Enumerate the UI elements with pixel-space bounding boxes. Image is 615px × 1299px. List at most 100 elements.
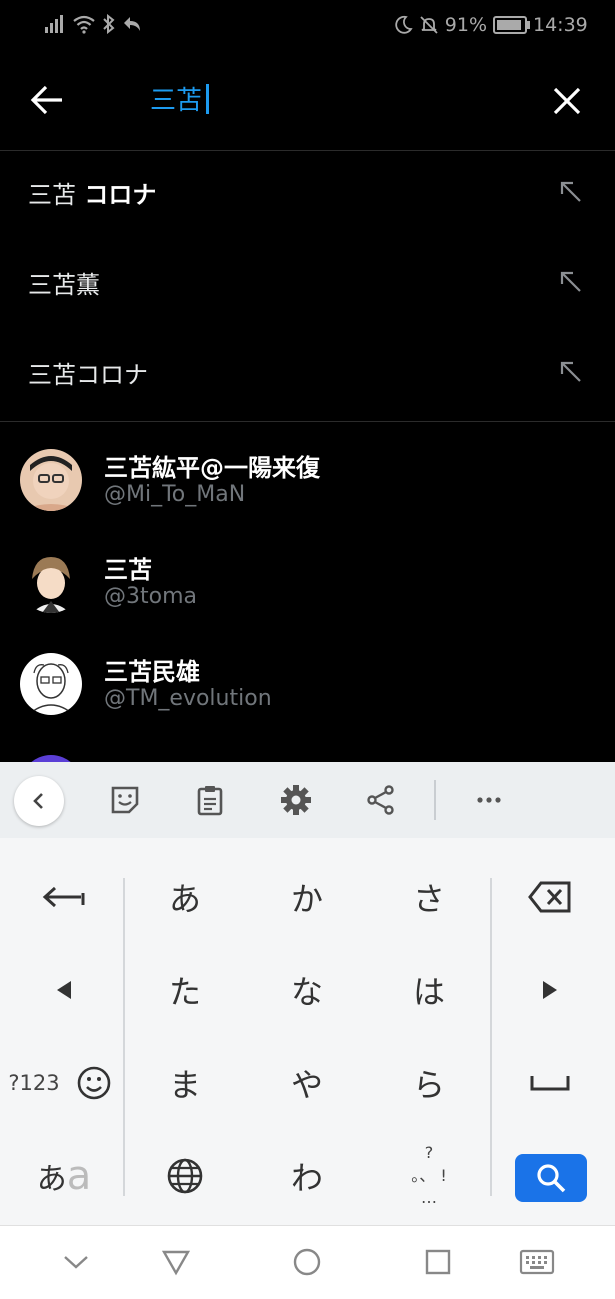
- sticker-button[interactable]: [105, 780, 145, 820]
- clipboard-icon: [197, 786, 223, 816]
- chevron-down-icon: [64, 1256, 88, 1269]
- cursor-left-key[interactable]: [4, 945, 124, 1035]
- kana-key[interactable]: ま: [125, 1038, 245, 1128]
- space-key[interactable]: [490, 1038, 610, 1128]
- emoji-icon: [77, 1066, 111, 1100]
- settings-button[interactable]: [276, 780, 316, 820]
- nav-recents-button[interactable]: [418, 1244, 458, 1280]
- more-button[interactable]: [469, 780, 509, 820]
- nfc-icon: [124, 17, 140, 31]
- suggestion-prefix: 三苫コロナ: [28, 361, 148, 389]
- user-result-row[interactable]: 三苫 @3toma: [0, 524, 615, 626]
- user-result-row[interactable]: 三苫民雄 @TM_evolution: [0, 626, 615, 728]
- numeric-key[interactable]: ?123: [0, 1038, 68, 1128]
- toolbar-divider: [434, 780, 436, 820]
- user-handle: @TM_evolution: [104, 686, 272, 711]
- back-button[interactable]: [28, 82, 68, 118]
- user-result-row-partial[interactable]: [0, 728, 615, 762]
- clipboard-button[interactable]: [190, 780, 230, 820]
- backspace-icon: [528, 881, 571, 913]
- nav-home-button[interactable]: [287, 1244, 327, 1280]
- bluetooth-icon: [103, 14, 115, 34]
- text-cursor: [206, 83, 210, 114]
- punct-mid: 。、 !: [411, 1165, 447, 1185]
- search-bar: 三苫: [0, 52, 615, 151]
- kana-key[interactable]: か: [247, 852, 367, 942]
- kana-key[interactable]: あ: [125, 852, 245, 942]
- keyboard-search-button[interactable]: [515, 1154, 587, 1202]
- emoji-key[interactable]: [68, 1038, 120, 1128]
- alpha-mode-label: a: [66, 1153, 92, 1199]
- keyboard-icon: [519, 1249, 555, 1275]
- user-name: 三苫紘平@一陽来復: [104, 454, 320, 482]
- hide-keyboard-button[interactable]: [56, 1244, 96, 1280]
- arrow-up-left-icon[interactable]: [558, 179, 584, 205]
- user-result-row[interactable]: 三苫紘平@一陽来復 @Mi_To_MaN: [0, 422, 615, 524]
- suggestion-text: 三苫薫: [28, 265, 100, 300]
- share-icon: [367, 785, 394, 815]
- status-icons-left: [44, 14, 142, 34]
- search-icon: [537, 1164, 566, 1193]
- keyboard-switch-button[interactable]: [517, 1244, 557, 1280]
- triangle-right-icon: [543, 981, 557, 999]
- bell-off-icon: [420, 16, 438, 34]
- kana-key[interactable]: ら: [369, 1038, 489, 1128]
- signal-icon: [45, 15, 63, 33]
- clock: 14:39: [533, 14, 588, 36]
- user-handle: @3toma: [104, 584, 197, 609]
- nav-back-button[interactable]: [156, 1244, 196, 1280]
- chevron-left-icon: [33, 793, 43, 809]
- toolbar-collapse-button[interactable]: [14, 776, 64, 826]
- punct-bottom: …: [421, 1188, 437, 1208]
- search-suggestions: 三苫 コロナ 三苫薫 三苫コロナ: [0, 151, 615, 422]
- avatar: [20, 755, 82, 762]
- suggestion-item[interactable]: 三苫コロナ: [0, 331, 615, 421]
- sticker-icon: [111, 786, 139, 814]
- avatar: [20, 449, 82, 511]
- gear-icon: [281, 785, 311, 815]
- suggestion-completion: コロナ: [76, 181, 157, 209]
- triangle-left-icon: [57, 981, 71, 999]
- punctuation-key[interactable]: ? 。、 ! …: [369, 1131, 489, 1221]
- user-handle: @Mi_To_MaN: [104, 482, 246, 507]
- avatar: [20, 653, 82, 715]
- arrow-up-left-icon[interactable]: [558, 359, 584, 385]
- arrow-left-icon: [30, 85, 62, 115]
- arrow-undo-icon: [42, 886, 85, 908]
- undo-key[interactable]: [4, 852, 124, 942]
- user-name: 三苫民雄: [104, 658, 200, 686]
- user-name: 三苫: [104, 556, 152, 584]
- suggestion-item[interactable]: 三苫薫: [0, 241, 615, 331]
- suggestion-text: 三苫コロナ: [28, 355, 148, 390]
- kana-key[interactable]: た: [125, 945, 245, 1035]
- share-button[interactable]: [361, 780, 401, 820]
- kana-key[interactable]: さ: [369, 852, 489, 942]
- kana-mode-label: あ: [36, 1162, 67, 1197]
- status-bar: 91% 14:39: [0, 0, 615, 52]
- punct-top: ?: [424, 1143, 434, 1163]
- keyboard-toolbar: [0, 762, 615, 838]
- language-key[interactable]: [125, 1131, 245, 1221]
- kana-key[interactable]: は: [369, 945, 489, 1035]
- circle-home-icon: [293, 1248, 321, 1276]
- kana-key[interactable]: や: [247, 1038, 367, 1128]
- kana-key[interactable]: な: [247, 945, 367, 1035]
- moon-icon: [395, 15, 413, 34]
- globe-icon: [167, 1158, 203, 1194]
- suggestion-text: 三苫 コロナ: [28, 175, 156, 210]
- more-dots-icon: [477, 797, 501, 803]
- cursor-right-key[interactable]: [490, 945, 610, 1035]
- battery-icon: [493, 16, 530, 34]
- kana-key[interactable]: わ: [247, 1131, 367, 1221]
- search-query-text: 三苫: [150, 86, 203, 116]
- status-icons-right: 91% 14:39: [393, 14, 615, 36]
- arrow-up-left-icon[interactable]: [558, 269, 584, 295]
- avatar: [20, 551, 82, 613]
- clear-button[interactable]: [548, 82, 586, 120]
- input-mode-key[interactable]: あa: [4, 1131, 124, 1221]
- suggestion-item[interactable]: 三苫 コロナ: [0, 151, 615, 241]
- search-input[interactable]: 三苫: [150, 80, 210, 117]
- backspace-key[interactable]: [490, 852, 610, 942]
- triangle-back-icon: [161, 1250, 191, 1276]
- suggestion-prefix: 三苫薫: [28, 271, 100, 299]
